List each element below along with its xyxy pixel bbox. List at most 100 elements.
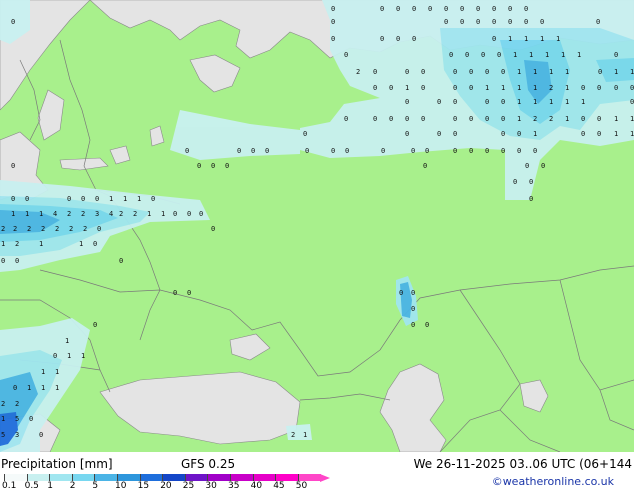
precip-value-label: 0 [630, 98, 634, 106]
color-scale-swatch [252, 474, 277, 481]
precip-value-label: 0 [453, 115, 457, 123]
precip-value-label: 1 [55, 384, 59, 392]
precip-value-label: 0 [597, 84, 601, 92]
precip-value-label: 1 [630, 130, 634, 138]
precip-value-label: 0 [303, 130, 307, 138]
color-scale-swatch [117, 474, 141, 481]
precip-value-label: 0 [185, 147, 189, 155]
precip-value-label: 1 [81, 352, 85, 360]
precip-value-label: 0 [485, 98, 489, 106]
precip-value-label: 0 [389, 84, 393, 92]
precip-value-label: 1 [123, 195, 127, 203]
precip-value-label: 1 [533, 84, 537, 92]
precip-value-label: 0 [460, 5, 464, 13]
precip-value-label: 0 [305, 147, 309, 155]
precip-value-label: 3 [15, 431, 19, 439]
precip-value-label: 0 [485, 115, 489, 123]
precip-value-label: 0 [469, 84, 473, 92]
precip-value-label: 0 [525, 162, 529, 170]
precip-value-label: 0 [492, 18, 496, 26]
precip-value-label: 2 [83, 225, 87, 233]
precip-value-label: 1 [577, 51, 581, 59]
precip-value-label: 0 [373, 84, 377, 92]
precipitation-map: 0 0 0 0 0 0 0 0 0 0 0 0 0 0 0 0 0 0 0 0 0 0 0 0 0 0 1 1 1 1 0 0 0 0 0 1 1 1 1 1… [0, 0, 634, 452]
precip-value-label: 0 [411, 321, 415, 329]
precip-value-label: 0 [251, 147, 255, 155]
precip-value-label: 0 [481, 51, 485, 59]
precip-value-label: 0 [597, 130, 601, 138]
precip-value-label: 0 [425, 147, 429, 155]
precip-value-label: 0 [331, 5, 335, 13]
precip-value-label: 0 [581, 84, 585, 92]
precip-value-label: 0 [405, 98, 409, 106]
precip-value-label: 0 [453, 130, 457, 138]
precip-value-label: 0 [421, 84, 425, 92]
color-scale-swatch [49, 474, 73, 481]
precip-value-label: 0 [492, 5, 496, 13]
precip-value-label: 1 [614, 115, 618, 123]
precip-value-label: 0 [469, 147, 473, 155]
precip-value-label: 2 [356, 68, 360, 76]
precip-value-label: 0 [11, 195, 15, 203]
precip-value-label: 2 [69, 225, 73, 233]
precip-value-label: 2 [13, 225, 17, 233]
precip-value-label: 0 [399, 289, 403, 297]
precip-value-label: 1 [549, 98, 553, 106]
precip-value-label: 1 [39, 240, 43, 248]
precip-value-label: 1 [556, 35, 560, 43]
site-credit[interactable]: ©weatheronline.co.uk [492, 475, 614, 488]
precip-value-label: 0 [345, 147, 349, 155]
precip-value-label: 0 [173, 289, 177, 297]
precip-value-label: 2 [291, 431, 295, 439]
precip-value-label: 1 [517, 68, 521, 76]
precip-value-label: 0 [380, 35, 384, 43]
precip-value-label: 0 [389, 115, 393, 123]
precip-value-label: 0 [331, 147, 335, 155]
precip-value-label: 1 [630, 68, 634, 76]
precip-value-label: 1 [41, 384, 45, 392]
precip-value-label: 0 [529, 178, 533, 186]
precip-value-label: 0 [197, 162, 201, 170]
precip-value-label: 0 [93, 240, 97, 248]
precip-value-label: 1 [39, 210, 43, 218]
precip-value-label: 1 [630, 115, 634, 123]
color-scale-swatch [71, 474, 96, 481]
precip-value-label: 0 [39, 431, 43, 439]
precip-value-label: 0 [465, 51, 469, 59]
precip-value-label: 0 [187, 210, 191, 218]
precip-value-label: 0 [211, 162, 215, 170]
precip-value-label: 1 [614, 130, 618, 138]
precip-value-label: 0 [411, 305, 415, 313]
precip-value-label: 1 [565, 68, 569, 76]
precip-value-label: 1 [137, 195, 141, 203]
precip-value-label: 1 [25, 210, 29, 218]
precip-value-label: 1 [545, 51, 549, 59]
color-scale-swatch [230, 474, 254, 481]
precip-value-label: 0 [29, 415, 33, 423]
color-scale-swatch [275, 474, 299, 481]
precip-value-label: 1 [11, 210, 15, 218]
precip-value-label: 1 [565, 115, 569, 123]
precip-value-label: 1 [549, 68, 553, 76]
precip-value-label: 2 [67, 210, 71, 218]
color-scale-swatch [139, 474, 164, 481]
precip-value-label: 1 [533, 130, 537, 138]
precip-value-label: 1 [501, 84, 505, 92]
precip-value-label: 0 [524, 18, 528, 26]
precip-value-label: 0 [25, 195, 29, 203]
precip-value-label: 0 [344, 51, 348, 59]
precip-value-label: 0 [476, 18, 480, 26]
precip-value-label: 0 [411, 289, 415, 297]
precip-value-label: 0 [444, 18, 448, 26]
precip-value-label: 0 [11, 18, 15, 26]
precip-value-label: 1 [65, 337, 69, 345]
precip-value-label: 0 [501, 115, 505, 123]
precip-value-label: 0 [1, 257, 5, 265]
precip-value-label: 0 [15, 257, 19, 265]
precip-value-label: 0 [331, 18, 335, 26]
precip-value-label: 0 [421, 68, 425, 76]
precip-value-label: 0 [381, 147, 385, 155]
precip-value-label: 2 [119, 210, 123, 218]
precip-value-label: 0 [598, 68, 602, 76]
color-scale-swatch [4, 474, 28, 481]
